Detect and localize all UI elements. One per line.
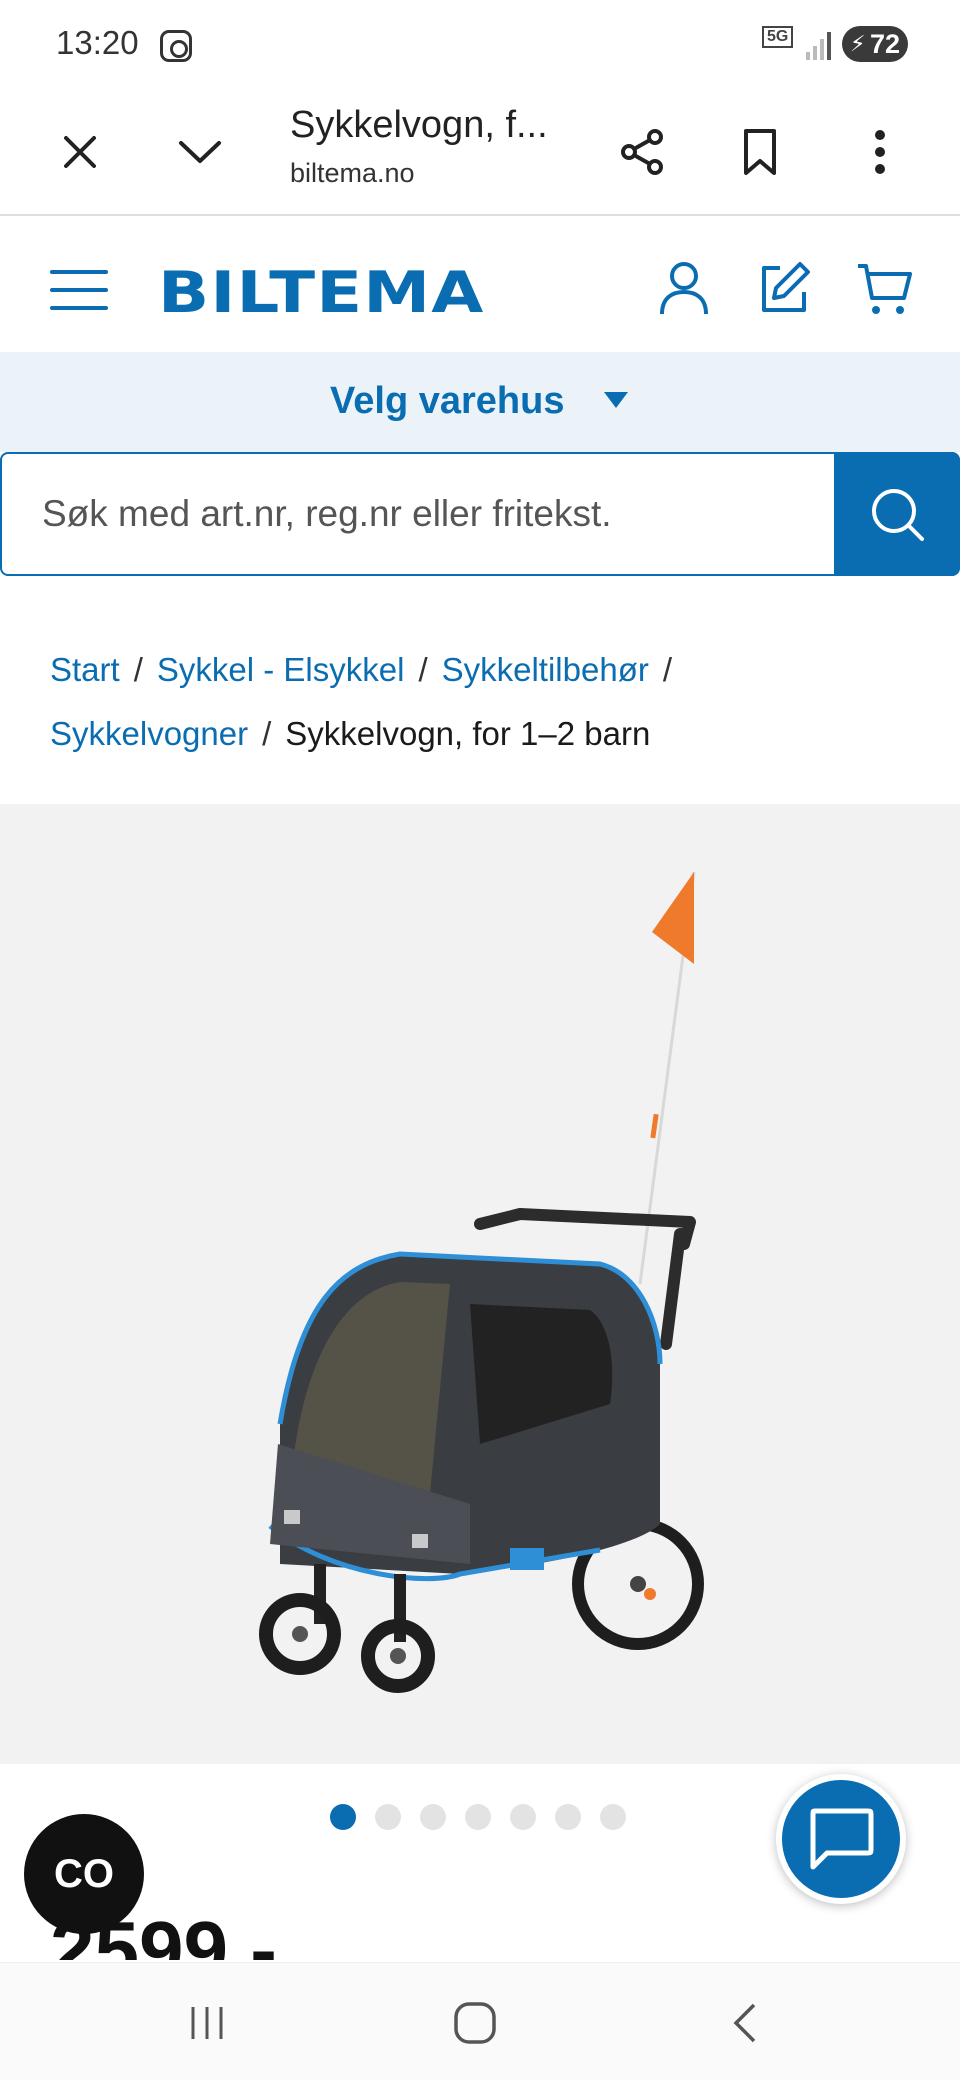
- breadcrumb-separator: /: [262, 715, 272, 752]
- chevron-down-icon[interactable]: [164, 116, 236, 188]
- gallery-dot[interactable]: [600, 1804, 626, 1830]
- search-button[interactable]: [834, 452, 960, 576]
- network-type-badge: 5G: [762, 26, 794, 48]
- back-icon[interactable]: [710, 1993, 780, 2053]
- gallery-pagination: [330, 1804, 626, 1830]
- store-selector-label[interactable]: Velg varehus: [330, 380, 564, 423]
- browser-url[interactable]: biltema.no: [290, 158, 415, 189]
- cart-icon[interactable]: [854, 258, 914, 318]
- product-image-gallery[interactable]: [0, 804, 960, 1764]
- charging-icon: ⚡: [850, 31, 866, 56]
- breadcrumb-link-start[interactable]: Start: [50, 651, 120, 688]
- close-icon[interactable]: [44, 116, 116, 188]
- edit-icon[interactable]: [754, 258, 814, 318]
- gallery-dot[interactable]: [555, 1804, 581, 1830]
- signal-icon: [806, 32, 831, 60]
- breadcrumb-link-sykkelvogner[interactable]: Sykkelvogner: [50, 715, 248, 752]
- search-icon: [872, 489, 924, 541]
- chat-button[interactable]: [776, 1774, 906, 1904]
- recent-apps-icon[interactable]: [172, 1993, 242, 2053]
- caret-down-icon[interactable]: [604, 392, 628, 408]
- system-navigation-bar: [0, 1962, 960, 2080]
- breadcrumb-separator: /: [133, 651, 143, 688]
- breadcrumb: Start / Sykkel - Elsykkel / Sykkeltilbehør / S…: [50, 638, 930, 766]
- browser-page-title[interactable]: Sykkelvogn, f...: [290, 104, 548, 147]
- home-icon[interactable]: [440, 1993, 510, 2053]
- gallery-dot[interactable]: [330, 1804, 356, 1830]
- gallery-dot[interactable]: [420, 1804, 446, 1830]
- search-input[interactable]: [2, 454, 836, 574]
- user-icon[interactable]: [654, 258, 714, 318]
- breadcrumb-separator: /: [418, 651, 428, 688]
- gallery-dot[interactable]: [465, 1804, 491, 1830]
- battery-icon: ⚡ 72: [842, 26, 908, 62]
- store-selector[interactable]: Velg varehus: [0, 352, 960, 452]
- cookie-button-label: CO: [54, 1851, 114, 1896]
- more-vertical-icon[interactable]: [844, 116, 916, 188]
- gallery-dot[interactable]: [510, 1804, 536, 1830]
- product-price: 2599.-: [50, 1905, 277, 1960]
- status-time: 13:20: [56, 24, 139, 61]
- status-bar: 13:20 5G ⚡ 72: [0, 0, 960, 88]
- gallery-dot[interactable]: [375, 1804, 401, 1830]
- breadcrumb-current: Sykkelvogn, for 1–2 barn: [285, 715, 651, 752]
- bookmark-icon[interactable]: [724, 116, 796, 188]
- share-icon[interactable]: [606, 116, 678, 188]
- bike-trailer-image: [259, 871, 704, 1693]
- chat-icon: [810, 1808, 874, 1870]
- breadcrumb-link-sykkel-elsykkel[interactable]: Sykkel - Elsykkel: [157, 651, 405, 688]
- breadcrumb-separator: /: [662, 651, 673, 688]
- browser-toolbar: Sykkelvogn, f... biltema.no: [0, 88, 960, 216]
- site-header: BILTEMA: [0, 218, 960, 352]
- biltema-logo[interactable]: BILTEMA: [158, 260, 484, 327]
- battery-level: 72: [869, 29, 900, 59]
- search-bar: [0, 452, 960, 576]
- menu-icon[interactable]: [50, 270, 108, 310]
- instagram-icon: [160, 30, 192, 62]
- breadcrumb-link-sykkeltilbehor[interactable]: Sykkeltilbehør: [442, 651, 649, 688]
